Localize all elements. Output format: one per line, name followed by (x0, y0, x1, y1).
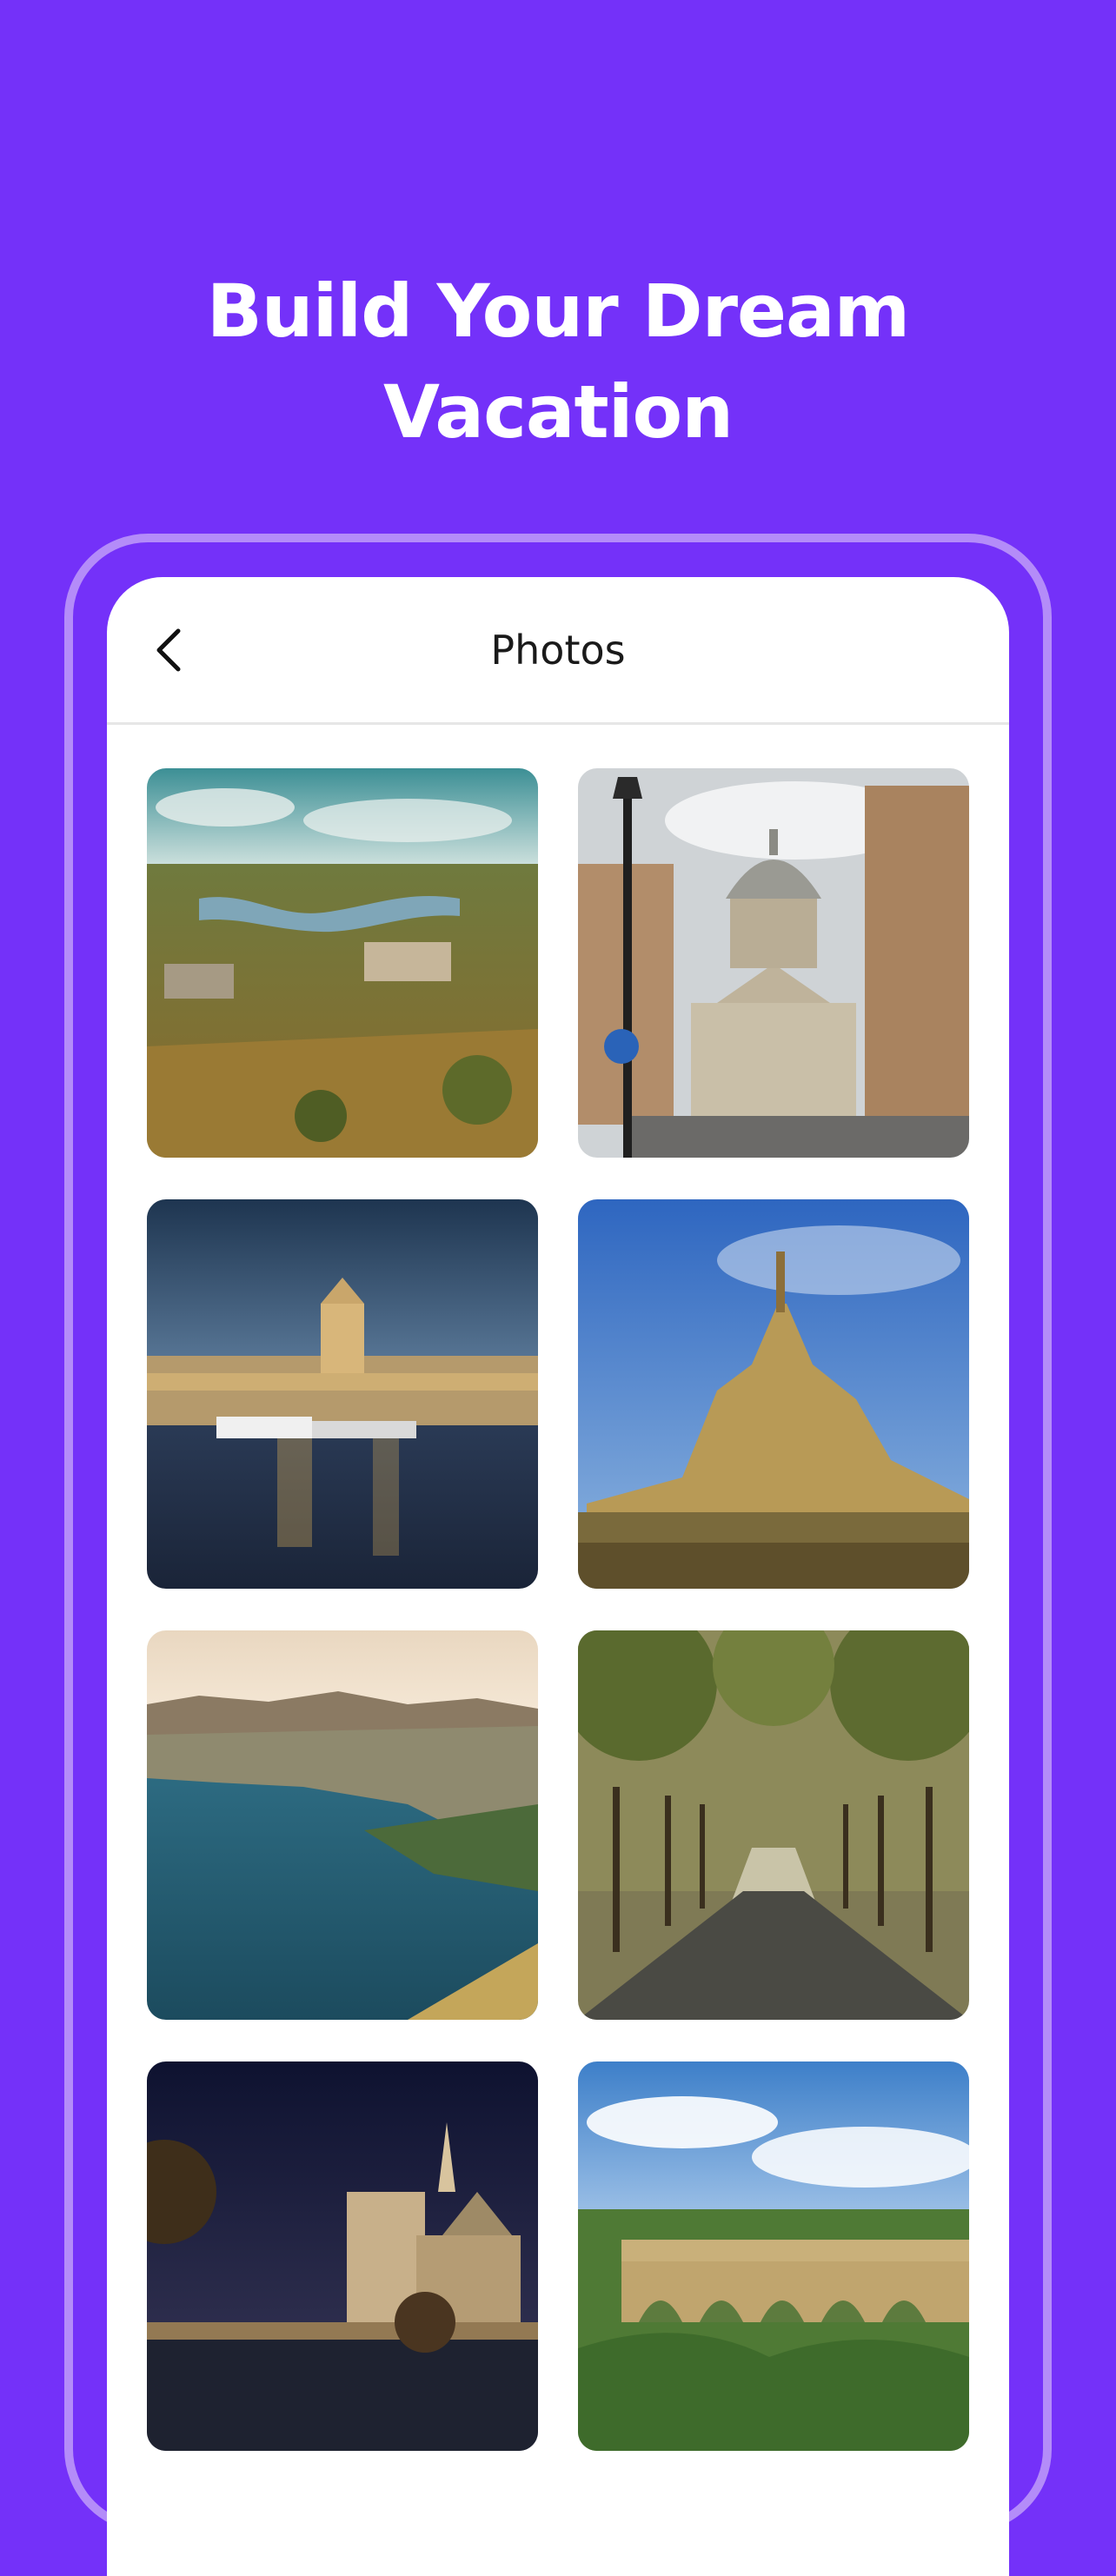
photo-tile-2[interactable] (578, 768, 969, 1158)
hero-headline-line-1: Build Your Dream (206, 269, 910, 355)
photo-tile-8[interactable] (578, 2061, 969, 2451)
phone-screen: Photos (107, 577, 1009, 2576)
hero-headline: Build Your Dream Vacation (0, 261, 1116, 462)
photo-tile-1[interactable] (147, 768, 538, 1158)
photo-tile-7[interactable] (147, 2061, 538, 2451)
photo-tile-3[interactable] (147, 1199, 538, 1589)
photo-tile-5[interactable] (147, 1630, 538, 2020)
photo-tile-4[interactable] (578, 1199, 969, 1589)
page-title: Photos (490, 627, 626, 674)
nav-bar: Photos (107, 577, 1009, 725)
photo-tile-6[interactable] (578, 1630, 969, 2020)
hero-headline-line-2: Vacation (382, 369, 734, 455)
